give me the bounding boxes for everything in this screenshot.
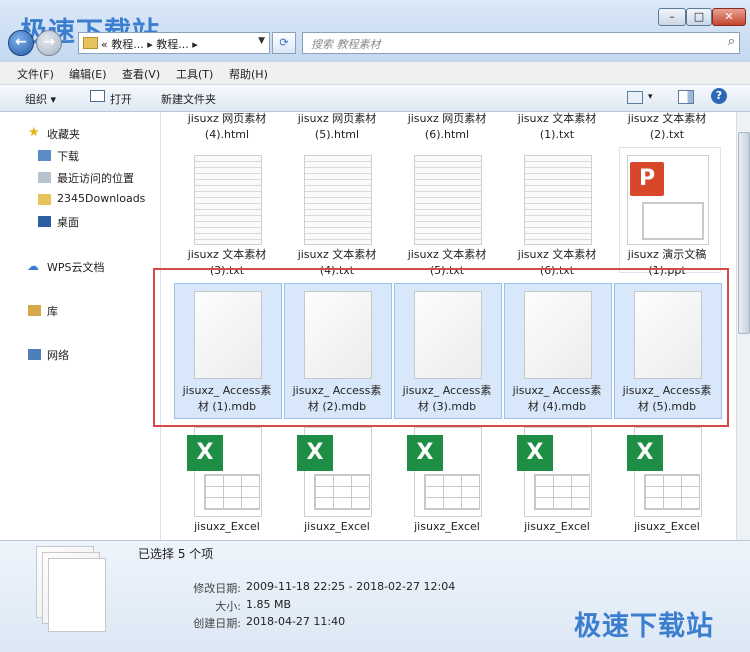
size-label: 大小: bbox=[215, 600, 241, 613]
menu-edit[interactable]: 编辑(E) bbox=[69, 66, 107, 82]
excel-icon: X bbox=[407, 435, 443, 471]
close-button[interactable]: ✕ bbox=[712, 8, 746, 26]
open-icon bbox=[90, 90, 105, 102]
sidebar-item-network[interactable]: 网络 bbox=[47, 347, 69, 363]
excel-icon: X bbox=[297, 435, 333, 471]
download-icon bbox=[38, 150, 51, 161]
modified-label: 修改日期: bbox=[193, 582, 241, 595]
text-file-icon bbox=[524, 155, 592, 245]
address-bar[interactable]: « 教程... ▸ 教程... ▸ ▼ bbox=[78, 32, 270, 54]
folder-icon bbox=[38, 194, 51, 205]
view-dropdown[interactable]: ▾ bbox=[648, 92, 653, 102]
back-button[interactable]: ← bbox=[8, 30, 34, 56]
created-label: 创建日期: bbox=[193, 617, 241, 630]
text-file-icon bbox=[414, 155, 482, 245]
sidebar-item-desktop[interactable]: 桌面 bbox=[57, 214, 79, 230]
network-icon bbox=[28, 349, 41, 360]
modified-value: 2009-11-18 22:25 - 2018-02-27 12:04 bbox=[246, 580, 456, 593]
file-item[interactable]: jisuxz_Excel bbox=[503, 519, 611, 535]
search-placeholder: 搜索 教程素材 bbox=[311, 38, 381, 51]
sidebar-item-downloads[interactable]: 下载 bbox=[57, 148, 79, 164]
spreadsheet-grid-icon bbox=[644, 474, 700, 510]
menu-tools[interactable]: 工具(T) bbox=[176, 66, 213, 82]
file-item[interactable]: jisuxz_Excel bbox=[283, 519, 391, 535]
excel-icon: X bbox=[187, 435, 223, 471]
highlight-box bbox=[153, 268, 729, 427]
help-button[interactable]: ? bbox=[711, 88, 727, 104]
maximize-button[interactable]: □ bbox=[686, 8, 712, 26]
desktop-icon bbox=[38, 216, 51, 227]
spreadsheet-grid-icon bbox=[204, 474, 260, 510]
selection-count: 已选择 5 个项 bbox=[138, 547, 214, 561]
forward-button[interactable]: → bbox=[36, 30, 62, 56]
refresh-button[interactable]: ⟳ bbox=[272, 32, 296, 54]
library-icon bbox=[28, 305, 41, 316]
star-icon: ★ bbox=[28, 125, 40, 140]
menu-bar bbox=[0, 62, 750, 85]
menu-file[interactable]: 文件(F) bbox=[17, 66, 54, 82]
size-value: 1.85 MB bbox=[246, 598, 292, 611]
sidebar-item-2345downloads[interactable]: 2345Downloads bbox=[57, 192, 145, 205]
spreadsheet-grid-icon bbox=[534, 474, 590, 510]
stacked-files-icon bbox=[48, 558, 106, 632]
minimize-button[interactable]: – bbox=[658, 8, 686, 26]
menu-view[interactable]: 查看(V) bbox=[122, 66, 160, 82]
search-input[interactable]: 搜索 教程素材 ⌕ bbox=[302, 32, 740, 54]
chevron-down-icon[interactable]: ▼ bbox=[258, 36, 265, 46]
organize-button[interactable]: 组织 ▾ bbox=[25, 91, 56, 107]
breadcrumb: « 教程... ▸ 教程... ▸ bbox=[101, 38, 198, 51]
file-item[interactable]: jisuxz 网页素材 (5).html bbox=[283, 111, 391, 143]
file-item[interactable]: jisuxz 网页素材 (4).html bbox=[173, 111, 281, 143]
watermark-bottom: 极速下载站 bbox=[574, 611, 714, 642]
open-button[interactable]: 打开 bbox=[110, 91, 132, 107]
menu-help[interactable]: 帮助(H) bbox=[229, 66, 268, 82]
spreadsheet-grid-icon bbox=[424, 474, 480, 510]
sidebar-item-wps-cloud[interactable]: WPS云文档 bbox=[47, 259, 105, 275]
excel-icon: X bbox=[517, 435, 553, 471]
file-item[interactable]: jisuxz_Excel bbox=[393, 519, 501, 535]
text-file-icon bbox=[194, 155, 262, 245]
preview-pane-icon[interactable] bbox=[678, 90, 694, 104]
spreadsheet-grid-icon bbox=[314, 474, 370, 510]
view-icon[interactable] bbox=[627, 91, 643, 104]
excel-icon: X bbox=[627, 435, 663, 471]
new-folder-button[interactable]: 新建文件夹 bbox=[161, 91, 216, 107]
created-value: 2018-04-27 11:40 bbox=[246, 615, 346, 628]
search-icon[interactable]: ⌕ bbox=[728, 34, 735, 49]
text-file-icon bbox=[304, 155, 372, 245]
file-item[interactable]: jisuxz 文本素材 (1).txt bbox=[503, 111, 611, 143]
vertical-scrollbar[interactable] bbox=[736, 112, 750, 540]
file-item[interactable]: jisuxz_Excel bbox=[173, 519, 281, 535]
scrollbar-thumb[interactable] bbox=[738, 132, 750, 334]
recent-places-icon bbox=[38, 172, 51, 183]
folder-icon bbox=[83, 37, 98, 49]
file-item[interactable]: jisuxz 网页素材 (6).html bbox=[393, 111, 501, 143]
cloud-icon: ☁ bbox=[27, 259, 39, 273]
sidebar-item-library[interactable]: 库 bbox=[47, 303, 58, 319]
file-item[interactable]: jisuxz 文本素材 (2).txt bbox=[613, 111, 721, 143]
file-item[interactable]: jisuxz_Excel bbox=[613, 519, 721, 535]
ppt-file-icon: P bbox=[627, 155, 709, 245]
sidebar-item-recent[interactable]: 最近访问的位置 bbox=[57, 170, 134, 186]
sidebar-item-favorites[interactable]: 收藏夹 bbox=[47, 126, 80, 142]
